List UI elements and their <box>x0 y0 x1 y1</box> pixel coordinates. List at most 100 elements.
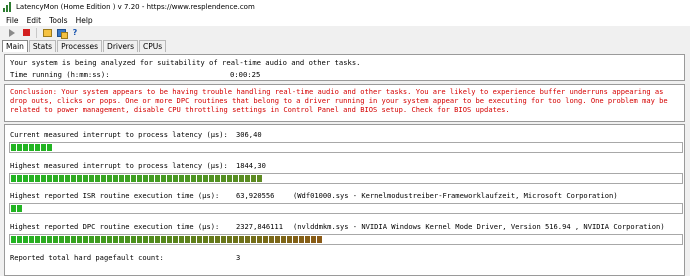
meter-segment <box>131 175 136 182</box>
meter-segment <box>185 236 190 243</box>
meter-segment <box>209 236 214 243</box>
meter-segment <box>101 175 106 182</box>
meter-segment <box>287 236 292 243</box>
meter-segment <box>71 236 76 243</box>
meter-segment <box>179 175 184 182</box>
highest-isr-meter-fill <box>11 205 22 212</box>
menu-edit[interactable]: Edit <box>23 16 46 25</box>
meter-segment <box>95 236 100 243</box>
meter-segment <box>41 144 46 151</box>
meter-segment <box>89 236 94 243</box>
meter-segment <box>239 175 244 182</box>
meter-segment <box>29 236 34 243</box>
analysis-status-text: Your system is being analyzed for suitab… <box>10 58 361 67</box>
meter-segment <box>131 236 136 243</box>
meter-segment <box>203 236 208 243</box>
highest-isr-driver: (Wdf01000.sys - Kernelmodustreiber-Frame… <box>293 191 618 200</box>
meter-segment <box>35 175 40 182</box>
meter-segment <box>41 175 46 182</box>
menu-file[interactable]: File <box>2 16 23 25</box>
meter-segment <box>113 175 118 182</box>
meter-segment <box>107 236 112 243</box>
highest-latency-value: 1844,30 <box>236 161 266 170</box>
meter-segment <box>191 175 196 182</box>
meter-segment <box>59 236 64 243</box>
meter-segment <box>155 236 160 243</box>
play-icon[interactable] <box>6 27 18 38</box>
help-icon[interactable]: ? <box>69 27 81 38</box>
meter-segment <box>119 236 124 243</box>
tab-cpus[interactable]: CPUs <box>139 40 167 52</box>
open-icon[interactable] <box>41 27 53 38</box>
title-bar: LatencyMon (Home Edition ) v 7.20 - http… <box>0 0 690 14</box>
tab-drivers[interactable]: Drivers <box>103 40 139 52</box>
meter-segment <box>305 236 310 243</box>
meter-segment <box>23 144 28 151</box>
computer-icon[interactable] <box>55 27 68 39</box>
meter-segment <box>59 175 64 182</box>
meter-segment <box>53 175 58 182</box>
highest-dpc-driver: (nvlddmkm.sys - NVIDIA Windows Kernel Mo… <box>293 222 665 231</box>
meter-segment <box>77 236 82 243</box>
meter-segment <box>29 144 34 151</box>
current-latency-value: 306,40 <box>236 130 262 139</box>
meter-segment <box>173 236 178 243</box>
meter-segment <box>239 236 244 243</box>
meter-segment <box>143 175 148 182</box>
meter-segment <box>65 175 70 182</box>
meter-segment <box>95 175 100 182</box>
highest-isr-value: 63,920556 <box>236 191 275 200</box>
meter-segment <box>269 236 274 243</box>
meter-segment <box>107 175 112 182</box>
tab-main[interactable]: Main <box>2 40 28 52</box>
toolbar: ? <box>0 26 690 39</box>
meter-segment <box>167 175 172 182</box>
highest-latency-meter <box>9 173 683 184</box>
meter-segment <box>311 236 316 243</box>
time-running-value: 0:00:25 <box>230 70 261 79</box>
meter-segment <box>263 236 268 243</box>
meter-segment <box>245 175 250 182</box>
meter-segment <box>251 236 256 243</box>
tab-stats[interactable]: Stats <box>28 40 57 52</box>
meter-segment <box>89 175 94 182</box>
meter-segment <box>149 236 154 243</box>
meter-segment <box>191 236 196 243</box>
time-running-label: Time running (h:mm:ss): <box>10 70 110 79</box>
highest-latency-label: Highest measured interrupt to process la… <box>10 161 228 170</box>
meter-segment <box>167 236 172 243</box>
current-latency-meter <box>9 142 683 153</box>
meter-segment <box>125 175 130 182</box>
meter-segment <box>221 236 226 243</box>
menu-tools[interactable]: Tools <box>45 16 71 25</box>
meter-segment <box>83 175 88 182</box>
meter-segment <box>137 236 142 243</box>
meter-segment <box>161 175 166 182</box>
hard-pagefault-value: 3 <box>236 253 241 262</box>
hard-pagefault-label: Reported total hard pagefault count: <box>10 253 164 262</box>
highest-isr-label: Highest reported ISR routine execution t… <box>10 191 220 200</box>
highest-dpc-meter-fill <box>11 236 322 243</box>
meter-segment <box>197 175 202 182</box>
current-latency-meter-fill <box>11 144 52 151</box>
meter-segment <box>257 236 262 243</box>
meter-segment <box>203 175 208 182</box>
meter-segment <box>209 175 214 182</box>
meter-segment <box>47 175 52 182</box>
meter-segment <box>71 175 76 182</box>
menu-bar: File Edit Tools Help <box>0 14 690 26</box>
meter-segment <box>143 236 148 243</box>
meter-segment <box>149 175 154 182</box>
current-latency-label: Current measured interrupt to process la… <box>10 130 228 139</box>
highest-isr-driver-text: Wdf01000.sys - Kernelmodustreiber-Framew… <box>297 191 614 200</box>
menu-help[interactable]: Help <box>72 16 97 25</box>
tab-processes[interactable]: Processes <box>57 40 103 52</box>
meter-segment <box>53 236 58 243</box>
stop-icon[interactable] <box>20 27 32 38</box>
status-panel: Your system is being analyzed for suitab… <box>4 54 685 81</box>
meter-segment <box>155 175 160 182</box>
meter-segment <box>29 175 34 182</box>
meter-segment <box>251 175 256 182</box>
meter-segment <box>47 144 52 151</box>
meter-segment <box>11 205 16 212</box>
